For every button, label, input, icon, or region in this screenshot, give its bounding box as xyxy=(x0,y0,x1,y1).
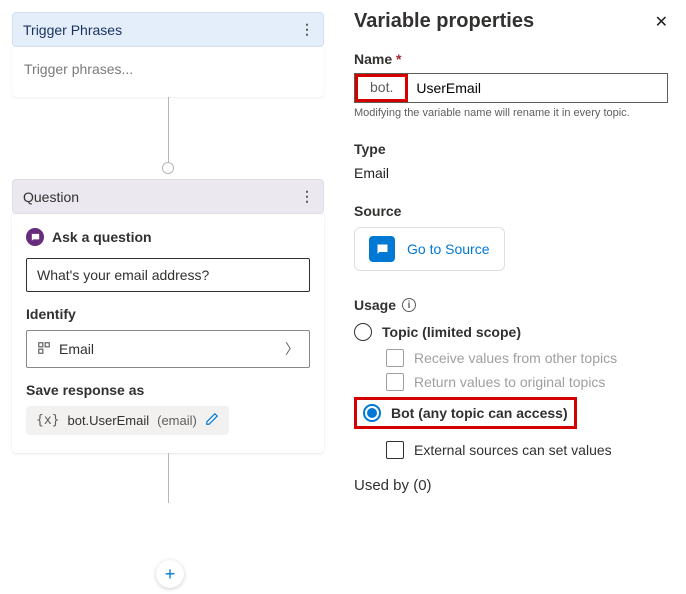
trigger-body[interactable]: Trigger phrases... xyxy=(12,47,324,97)
panel-header: Variable properties ✕ xyxy=(354,10,668,33)
chevron-right-icon: 〉 xyxy=(285,339,299,359)
question-prompt-input[interactable]: What's your email address? xyxy=(26,258,310,292)
chat-icon xyxy=(26,228,44,246)
question-node[interactable]: Question ⋮ Ask a question What's your em… xyxy=(12,179,324,453)
properties-panel: Variable properties ✕ Name * bot. Modify… xyxy=(340,0,686,594)
radio-icon xyxy=(354,323,372,341)
trigger-node-header[interactable]: Trigger Phrases ⋮ xyxy=(12,12,324,47)
response-variable-name: bot.UserEmail xyxy=(67,413,149,428)
info-icon[interactable]: i xyxy=(402,298,416,312)
question-title-row: Ask a question xyxy=(26,228,310,246)
response-variable-chip[interactable]: {x} bot.UserEmail (email) xyxy=(26,406,229,435)
usage-bot-radio[interactable]: Bot (any topic can access) xyxy=(363,404,568,422)
more-icon[interactable]: ⋮ xyxy=(300,21,313,38)
name-hint: Modifying the variable name will rename … xyxy=(354,107,668,119)
add-node-button[interactable]: + xyxy=(156,560,184,588)
name-prefix: bot. xyxy=(360,73,403,101)
identify-value: Email xyxy=(59,341,94,357)
name-prefix-highlight: bot. xyxy=(355,74,408,102)
usage-label-row: Usage i xyxy=(354,297,668,313)
edit-icon[interactable] xyxy=(205,412,219,429)
name-input[interactable] xyxy=(408,74,667,102)
question-body: Ask a question What's your email address… xyxy=(12,214,324,453)
name-label-text: Name xyxy=(354,51,392,67)
usage-external-check[interactable]: External sources can set values xyxy=(386,441,668,459)
usage-return-check: Return values to original topics xyxy=(386,373,668,391)
connector-line xyxy=(168,97,169,167)
close-icon[interactable]: ✕ xyxy=(655,12,668,32)
checkbox-icon xyxy=(386,349,404,367)
source-link-text: Go to Source xyxy=(407,241,490,257)
variable-icon: {x} xyxy=(36,413,59,428)
connector-endpoint xyxy=(162,162,174,174)
used-by-label: Used by (0) xyxy=(354,477,668,494)
authoring-canvas: Trigger Phrases ⋮ Trigger phrases... Que… xyxy=(0,0,340,594)
name-label: Name * xyxy=(354,51,668,67)
type-value: Email xyxy=(354,165,668,181)
question-prompt-text: What's your email address? xyxy=(37,267,209,283)
usage-external-label: External sources can set values xyxy=(414,442,612,458)
go-to-source-button[interactable]: Go to Source xyxy=(354,227,505,271)
required-asterisk: * xyxy=(396,51,401,67)
usage-label: Usage xyxy=(354,297,396,313)
question-title: Ask a question xyxy=(52,229,152,245)
trigger-node[interactable]: Trigger Phrases ⋮ Trigger phrases... xyxy=(12,12,324,97)
checkbox-icon xyxy=(386,441,404,459)
panel-title: Variable properties xyxy=(354,10,534,33)
identify-label: Identify xyxy=(26,306,310,322)
more-icon[interactable]: ⋮ xyxy=(300,188,313,205)
type-label: Type xyxy=(354,141,668,157)
usage-topic-radio[interactable]: Topic (limited scope) xyxy=(354,323,668,341)
name-input-row[interactable]: bot. xyxy=(354,73,668,103)
usage-return-label: Return values to original topics xyxy=(414,374,605,390)
question-node-header[interactable]: Question ⋮ xyxy=(12,179,324,214)
trigger-header-label: Trigger Phrases xyxy=(23,22,122,38)
checkbox-icon xyxy=(386,373,404,391)
message-icon xyxy=(369,236,395,262)
entity-icon xyxy=(37,341,51,358)
usage-topic-label: Topic (limited scope) xyxy=(382,324,521,340)
response-variable-type: (email) xyxy=(157,413,197,428)
identify-select[interactable]: Email 〉 xyxy=(26,330,310,368)
save-response-label: Save response as xyxy=(26,382,310,398)
connector-line xyxy=(168,453,169,503)
radio-selected-icon xyxy=(363,404,381,422)
usage-receive-label: Receive values from other topics xyxy=(414,350,617,366)
source-label: Source xyxy=(354,203,668,219)
usage-receive-check: Receive values from other topics xyxy=(386,349,668,367)
usage-bot-label: Bot (any topic can access) xyxy=(391,405,568,421)
usage-bot-highlight: Bot (any topic can access) xyxy=(354,397,577,429)
question-header-label: Question xyxy=(23,189,79,205)
